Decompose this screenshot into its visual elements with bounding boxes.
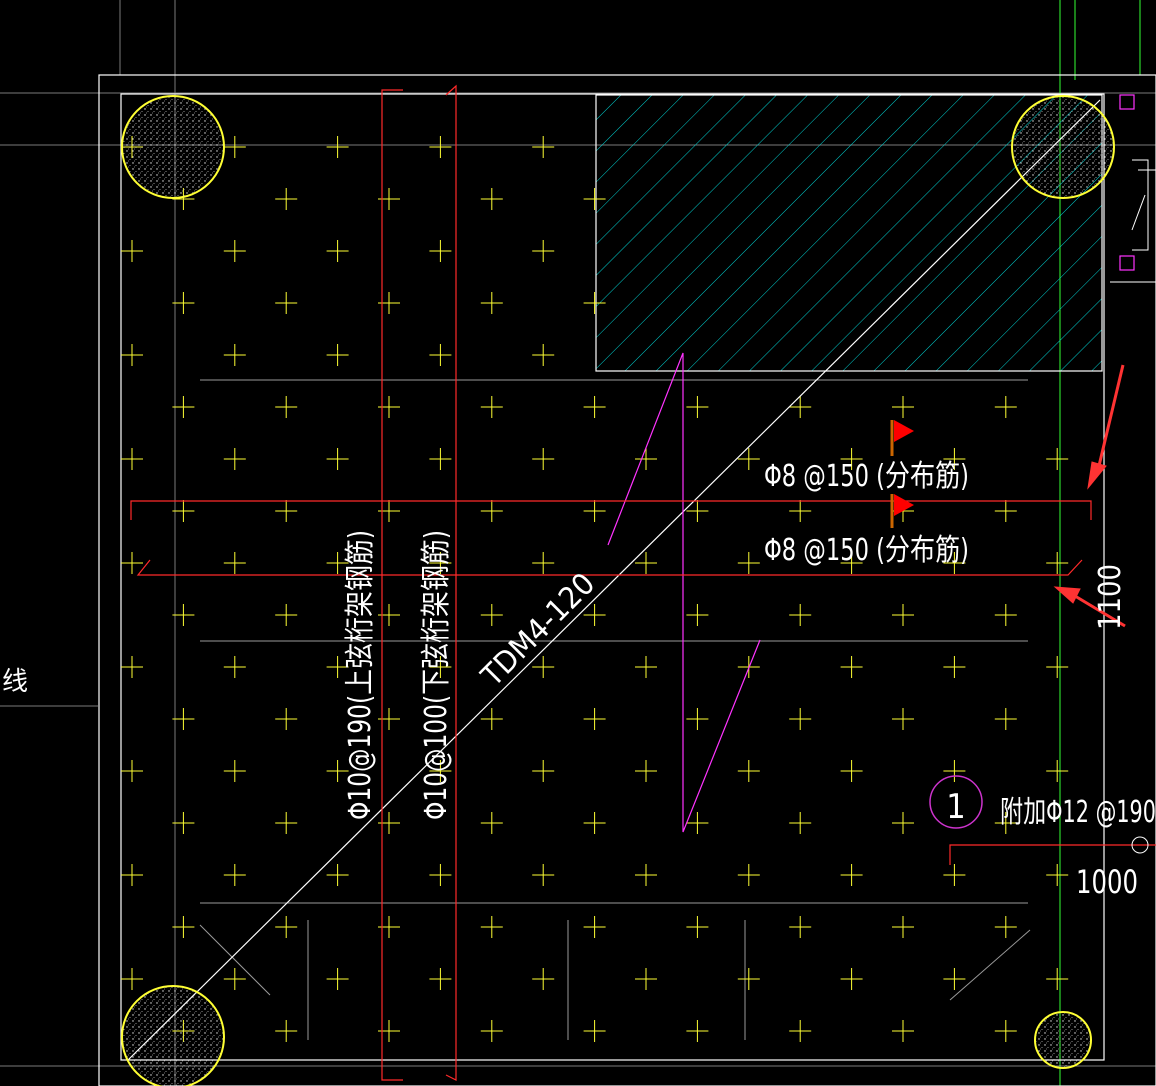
- cad-drawing: 1 Φ8 @150 (分布筋) Φ8 @150 (分布筋) Φ10@190(上弦…: [0, 0, 1156, 1086]
- slab-type-label: TDM4-120: [474, 566, 602, 694]
- truss-lower-label: Φ10@100(下弦桁架钢筋): [419, 530, 454, 820]
- distribution-rebar-upper-label: Φ8 @150 (分布筋): [764, 459, 969, 494]
- dimension-right: 1100: [1093, 564, 1128, 630]
- distribution-rebar-lower-label: Φ8 @150 (分布筋): [764, 533, 969, 568]
- magenta-bar-lines: [607, 352, 761, 833]
- extra-bar-label: 附加Φ12 @190: [1000, 795, 1156, 830]
- edge-text: 线: [2, 667, 28, 697]
- dimension-bottom: 1000: [1076, 863, 1138, 901]
- truss-upper-label: Φ10@190(上弦桁架钢筋): [343, 530, 378, 820]
- right-edge-detail: [1110, 159, 1156, 283]
- detail-number: 1: [946, 787, 965, 827]
- magenta-markers: [1119, 94, 1135, 271]
